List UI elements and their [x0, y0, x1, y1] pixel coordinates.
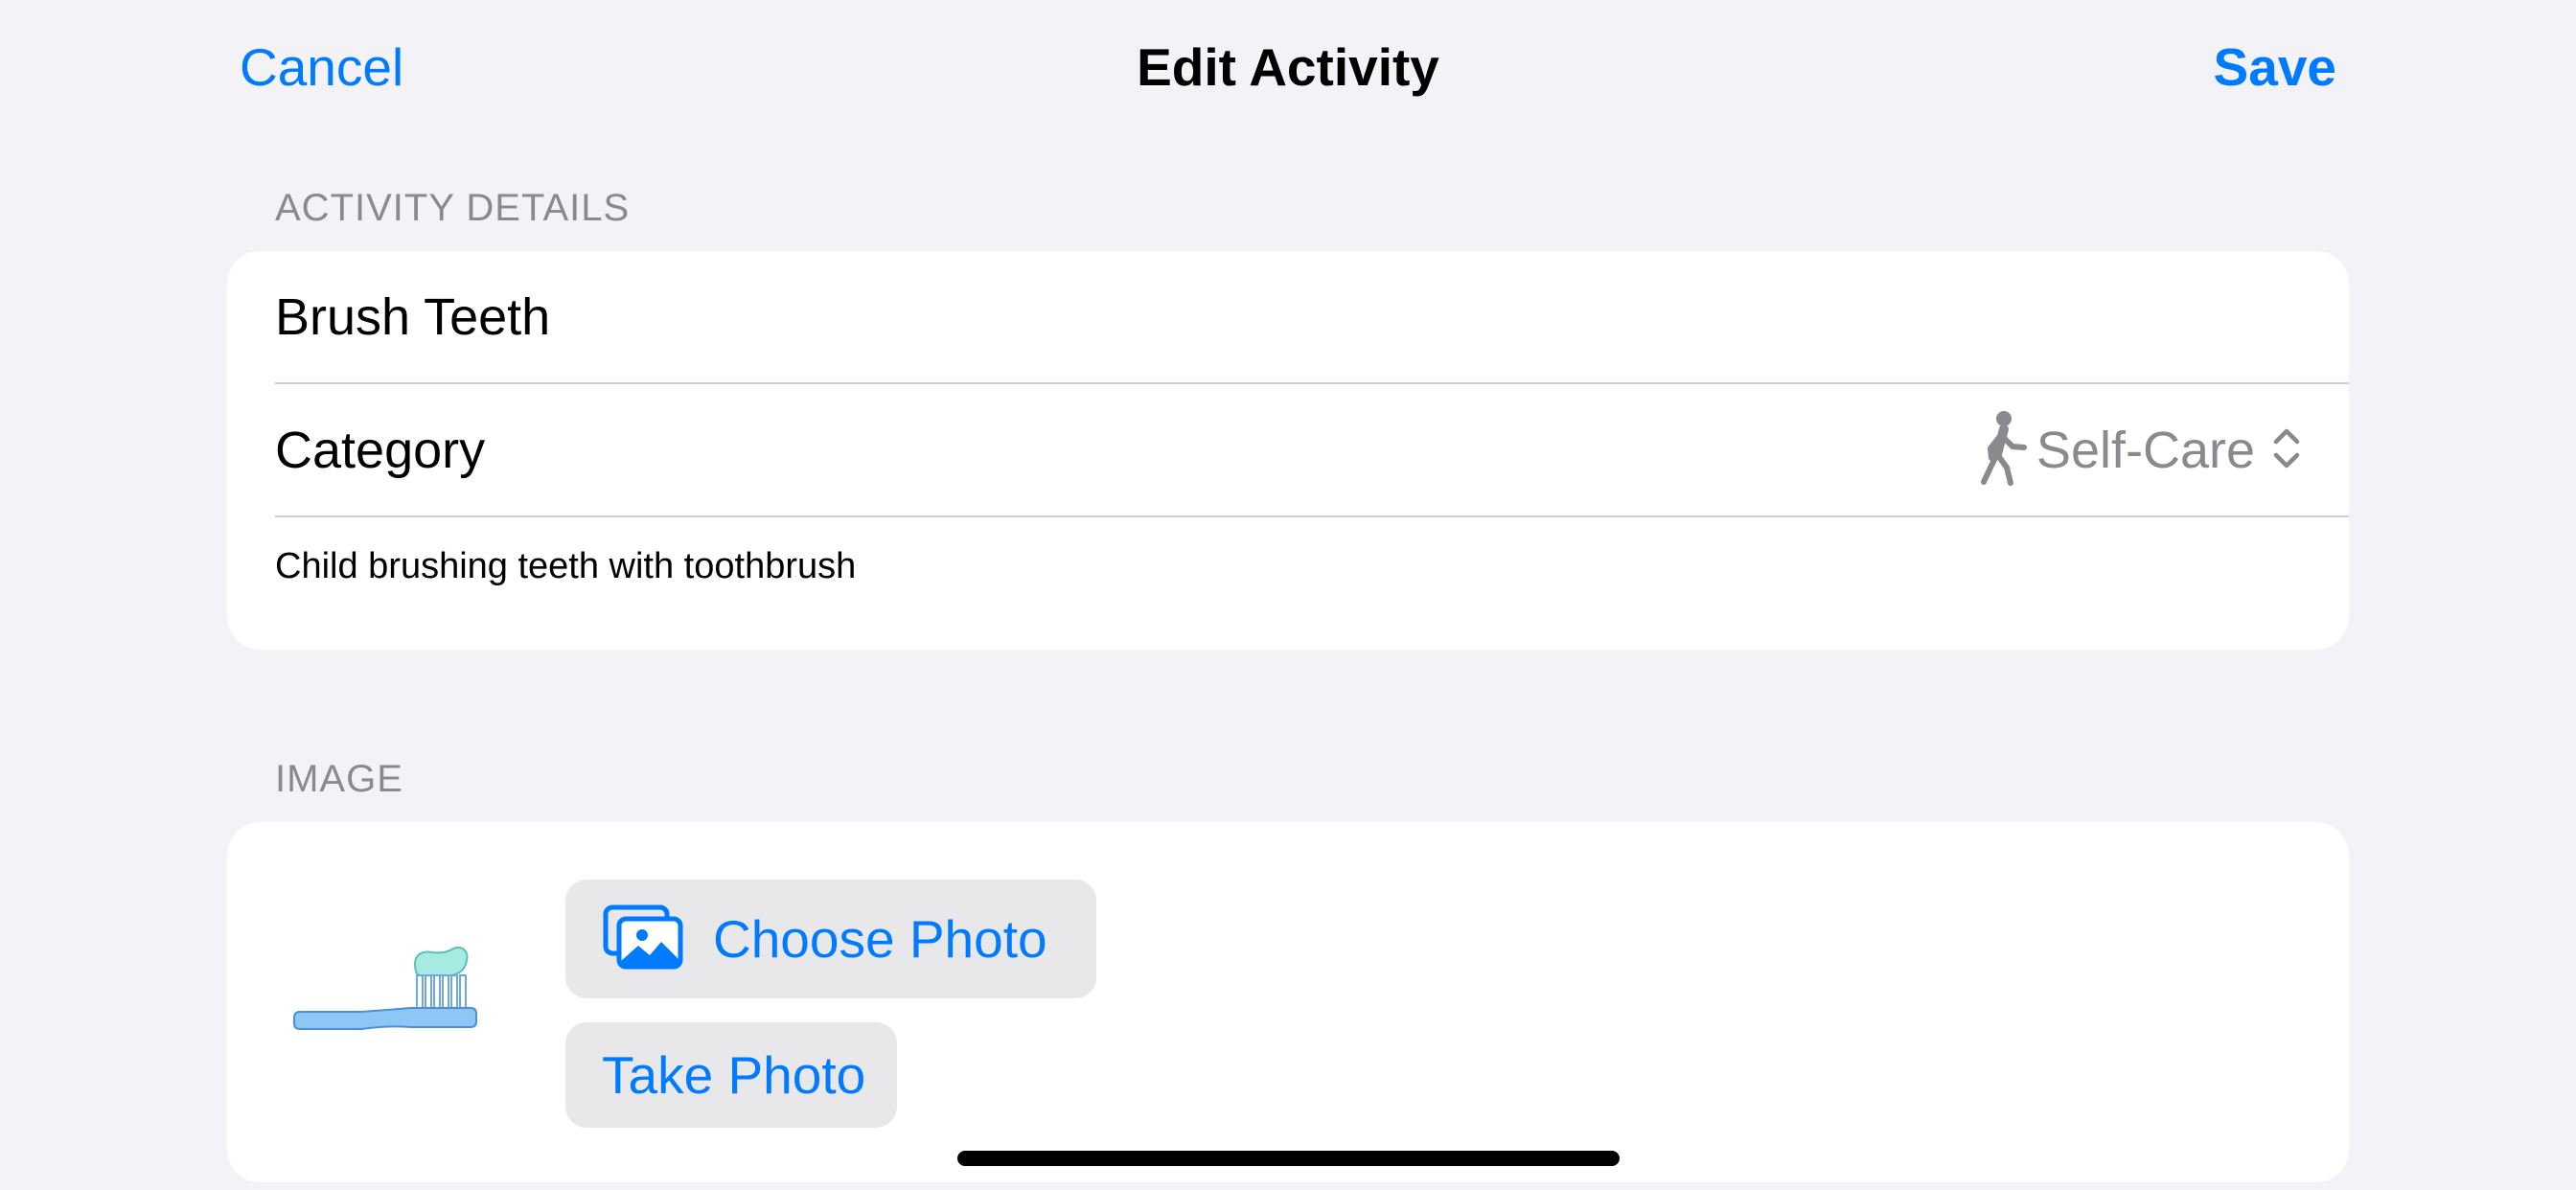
chevron-up-down-icon: [2272, 426, 2301, 475]
activity-name-value[interactable]: Brush Teeth: [275, 284, 550, 351]
photos-icon: [602, 904, 684, 975]
activity-details-card: Brush Teeth Category Self-Care Child bru…: [227, 251, 2349, 650]
figure-walk-icon: [1980, 410, 2031, 492]
choose-photo-label: Choose Photo: [713, 909, 1047, 969]
category-value: Self-Care: [2036, 422, 2255, 479]
category-picker[interactable]: Self-Care: [1980, 384, 2301, 516]
description-row[interactable]: Child brushing teeth with toothbrush: [275, 517, 2349, 650]
take-photo-button[interactable]: Take Photo: [565, 1022, 897, 1128]
page-title: Edit Activity: [1137, 37, 1439, 97]
category-row[interactable]: Category Self-Care: [275, 384, 2349, 516]
activity-name-field[interactable]: Brush Teeth: [275, 251, 2349, 383]
category-label: Category: [275, 422, 486, 479]
description-text[interactable]: Child brushing teeth with toothbrush: [275, 542, 856, 590]
choose-photo-button[interactable]: Choose Photo: [565, 880, 1096, 998]
save-button[interactable]: Save: [2214, 33, 2336, 102]
activity-details-header: ACTIVITY DETAILS: [275, 187, 631, 229]
image-card: Choose Photo Take Photo: [227, 822, 2349, 1182]
toothbrush-image: [292, 947, 494, 1043]
home-indicator: [957, 1151, 1620, 1166]
take-photo-label: Take Photo: [602, 1045, 866, 1105]
image-section-header: IMAGE: [275, 758, 403, 800]
